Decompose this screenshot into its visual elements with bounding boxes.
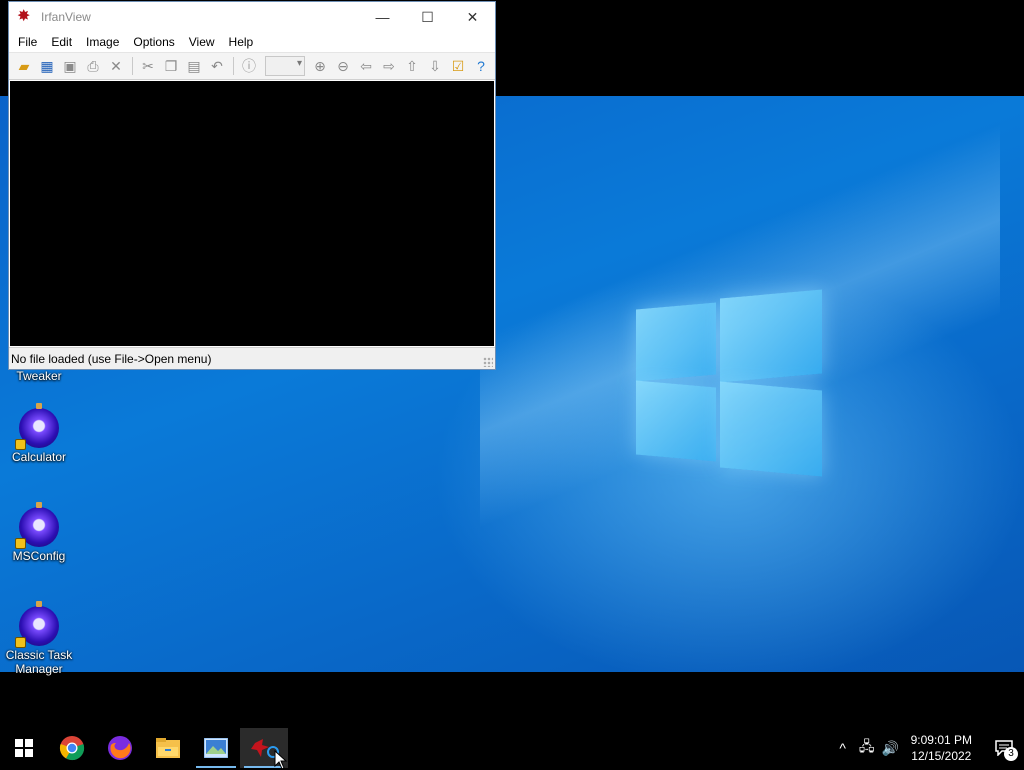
chrome-icon	[59, 736, 85, 761]
delete-icon[interactable]: ✕	[105, 55, 127, 77]
desktop-icon-label: Calculator	[11, 450, 67, 464]
menu-help[interactable]: Help	[222, 35, 261, 49]
desktop-icon-label: Classic Task	[5, 648, 73, 662]
network-icon[interactable]: 🖧	[855, 736, 879, 760]
title-bar[interactable]: ✸ IrfanView — ☐ ✕	[9, 2, 495, 32]
taskbar: ^ 🖧 🔊 9:09:01 PM 12/15/2022 3	[0, 728, 1024, 768]
info-icon[interactable]: ⓘ	[238, 55, 260, 77]
volume-icon[interactable]: 🔊	[879, 740, 903, 757]
menu-view[interactable]: View	[182, 35, 222, 49]
menu-edit[interactable]: Edit	[44, 35, 79, 49]
slideshow-icon[interactable]: ▦	[36, 55, 58, 77]
menu-file[interactable]: File	[11, 35, 44, 49]
image-canvas[interactable]	[10, 81, 494, 346]
calculator-icon	[15, 403, 59, 450]
toolbar: ▰ ▦ ▣ ⎙ ✕ ✂ ❐ ▤ ↶ ⓘ ⊕ ⊖ ⇦ ⇨ ⇧ ⇩ ☑ ?	[9, 52, 495, 80]
paste-icon[interactable]: ▤	[183, 55, 205, 77]
file-explorer-icon	[156, 738, 180, 758]
toolbar-separator	[233, 57, 234, 75]
status-text: No file loaded (use File->Open menu)	[11, 351, 212, 366]
mouse-cursor-icon	[274, 750, 288, 770]
photos-icon	[204, 738, 228, 758]
window-title: IrfanView	[41, 10, 91, 24]
help-icon[interactable]: ?	[470, 55, 492, 77]
minimize-button[interactable]: —	[360, 2, 405, 32]
windows-logo	[636, 289, 822, 480]
start-button[interactable]	[0, 728, 48, 768]
previous-icon[interactable]: ⇦	[355, 55, 377, 77]
copy-icon[interactable]: ❐	[160, 55, 182, 77]
action-center-button[interactable]: 3	[984, 728, 1024, 768]
print-icon[interactable]: ⎙	[82, 55, 104, 77]
taskbar-chrome[interactable]	[48, 728, 96, 768]
menu-bar: File Edit Image Options View Help	[9, 32, 495, 52]
menu-options[interactable]: Options	[126, 35, 181, 49]
taskbar-photos[interactable]	[192, 728, 240, 768]
irfanview-icon: ✸	[17, 8, 31, 25]
firefox-icon	[108, 736, 132, 760]
chevron-up-icon[interactable]: ^	[831, 740, 855, 756]
zoom-dropdown[interactable]	[265, 56, 305, 76]
desktop-icon-label: Tweaker	[16, 369, 62, 383]
menu-image[interactable]: Image	[79, 35, 126, 49]
irfanview-window[interactable]: ✸ IrfanView — ☐ ✕ File Edit Image Option…	[8, 1, 496, 370]
status-bar: No file loaded (use File->Open menu)	[9, 347, 495, 369]
toolbar-separator	[132, 57, 133, 75]
desktop-icon-label: Manager	[15, 662, 63, 676]
clock[interactable]: 9:09:01 PM 12/15/2022	[911, 732, 972, 764]
zoom-in-icon[interactable]: ⊕	[309, 55, 331, 77]
maximize-button[interactable]: ☐	[405, 2, 450, 32]
close-button[interactable]: ✕	[450, 2, 495, 32]
next-icon[interactable]: ⇨	[378, 55, 400, 77]
desktop-icon-calculator[interactable]: Calculator	[1, 403, 77, 464]
desktop-icon-tweaker[interactable]: Tweaker	[1, 369, 77, 383]
desktop-icon-label: MSConfig	[12, 549, 66, 563]
msconfig-icon	[15, 502, 59, 549]
taskbar-file-explorer[interactable]	[144, 728, 192, 768]
desktop-icon-msconfig[interactable]: MSConfig	[1, 502, 77, 563]
zoom-out-icon[interactable]: ⊖	[332, 55, 354, 77]
properties-icon[interactable]: ☑	[447, 55, 469, 77]
first-icon[interactable]: ⇧	[401, 55, 423, 77]
cut-icon[interactable]: ✂	[137, 55, 159, 77]
system-tray: ^ 🖧 🔊 9:09:01 PM 12/15/2022 3	[831, 728, 1024, 768]
task-manager-icon	[15, 601, 59, 648]
open-icon[interactable]: ▰	[13, 55, 35, 77]
last-icon[interactable]: ⇩	[424, 55, 446, 77]
undo-icon[interactable]: ↶	[206, 55, 228, 77]
notification-badge: 3	[1004, 747, 1018, 761]
start-icon	[15, 739, 33, 757]
desktop-icon-classic-task-manager[interactable]: Classic Task Manager	[1, 601, 77, 676]
save-icon[interactable]: ▣	[59, 55, 81, 77]
taskbar-firefox[interactable]	[96, 728, 144, 768]
clock-date: 12/15/2022	[911, 749, 972, 763]
resize-grip[interactable]	[483, 357, 493, 367]
clock-time: 9:09:01 PM	[910, 733, 972, 747]
